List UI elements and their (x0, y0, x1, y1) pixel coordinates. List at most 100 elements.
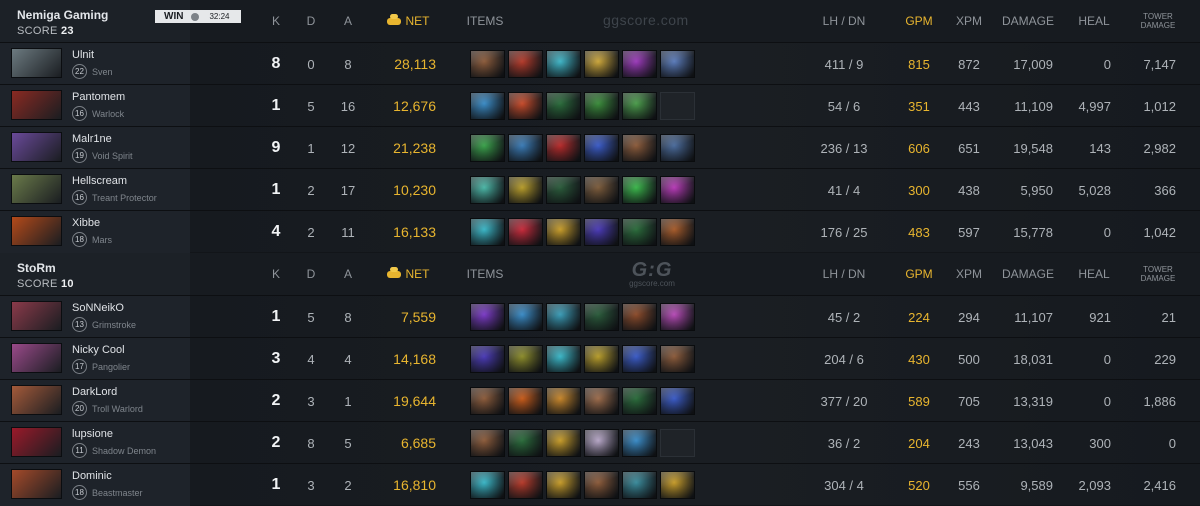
player-name[interactable]: lupsione (72, 428, 113, 440)
item-icon[interactable] (546, 471, 581, 499)
deaths-value: 0 (307, 56, 315, 72)
item-icon[interactable] (584, 387, 619, 415)
player-name[interactable]: Hellscream (72, 175, 127, 187)
team-name[interactable]: StoRm (17, 261, 56, 275)
player-name[interactable]: Dominic (72, 470, 112, 482)
item-icon[interactable] (508, 471, 543, 499)
player-name[interactable]: Malr1ne (72, 133, 112, 145)
item-icon[interactable] (546, 92, 581, 120)
player-name[interactable]: Ulnit (72, 49, 94, 61)
item-icon[interactable] (508, 387, 543, 415)
player-row[interactable]: SoNNeikO 13 Grimstroke 1 5 8 7,559 45 / … (0, 295, 1200, 338)
item-icon[interactable] (584, 429, 619, 457)
item-icon[interactable] (546, 134, 581, 162)
player-row[interactable]: Malr1ne 19 Void Spirit 9 1 12 21,238 236… (0, 126, 1200, 169)
item-icon[interactable] (470, 134, 505, 162)
item-icon[interactable] (660, 134, 695, 162)
item-icon[interactable] (622, 345, 657, 373)
player-cell: Xibbe 18 Mars (0, 211, 190, 253)
empty-item-slot[interactable] (660, 92, 695, 120)
item-icon[interactable] (470, 92, 505, 120)
item-icon[interactable] (622, 471, 657, 499)
player-row[interactable]: Nicky Cool 17 Pangolier 3 4 4 14,168 204… (0, 337, 1200, 380)
item-icon[interactable] (660, 303, 695, 331)
player-row[interactable]: Pantomem 16 Warlock 1 5 16 12,676 54 / 6… (0, 84, 1200, 127)
item-icon[interactable] (546, 429, 581, 457)
player-name[interactable]: Nicky Cool (72, 344, 125, 356)
player-name[interactable]: Pantomem (72, 91, 125, 103)
item-icon[interactable] (508, 134, 543, 162)
item-icon[interactable] (470, 471, 505, 499)
item-icon[interactable] (470, 50, 505, 78)
item-icon[interactable] (660, 176, 695, 204)
hero-portrait[interactable] (11, 174, 62, 204)
item-icon[interactable] (470, 345, 505, 373)
item-icon[interactable] (660, 471, 695, 499)
hero-portrait[interactable] (11, 90, 62, 120)
hero-level: 18 (72, 485, 87, 500)
xpm-value: 500 (958, 351, 980, 367)
item-icon[interactable] (622, 429, 657, 457)
xpm-value: 556 (958, 477, 980, 493)
item-icon[interactable] (584, 303, 619, 331)
item-icon[interactable] (622, 387, 657, 415)
item-icon[interactable] (622, 92, 657, 120)
hero-portrait[interactable] (11, 48, 62, 78)
team-name[interactable]: Nemiga Gaming (17, 8, 108, 22)
player-row[interactable]: Ulnit 22 Sven 8 0 8 28,113 411 / 9 815 8… (0, 42, 1200, 85)
player-row[interactable]: lupsione 11 Shadow Demon 2 8 5 6,685 36 … (0, 421, 1200, 464)
item-icon[interactable] (508, 50, 543, 78)
empty-item-slot[interactable] (660, 429, 695, 457)
item-icon[interactable] (584, 471, 619, 499)
player-name[interactable]: SoNNeikO (72, 302, 124, 314)
item-icon[interactable] (584, 176, 619, 204)
item-icon[interactable] (622, 134, 657, 162)
item-icon[interactable] (546, 303, 581, 331)
hero-portrait[interactable] (11, 343, 62, 373)
item-icon[interactable] (470, 303, 505, 331)
item-icon[interactable] (508, 176, 543, 204)
item-icon[interactable] (622, 50, 657, 78)
item-icon[interactable] (584, 134, 619, 162)
net-worth-value: 7,559 (400, 309, 436, 325)
hero-portrait[interactable] (11, 385, 62, 415)
item-icon[interactable] (546, 50, 581, 78)
item-icon[interactable] (584, 50, 619, 78)
item-icon[interactable] (470, 218, 505, 246)
hero-portrait[interactable] (11, 216, 62, 246)
assists-value: 17 (340, 182, 356, 198)
item-icon[interactable] (660, 345, 695, 373)
item-icon[interactable] (660, 218, 695, 246)
player-row[interactable]: Dominic 18 Beastmaster 1 3 2 16,810 304 … (0, 463, 1200, 506)
item-icon[interactable] (584, 218, 619, 246)
item-icon[interactable] (622, 303, 657, 331)
item-icon[interactable] (584, 92, 619, 120)
item-icon[interactable] (546, 345, 581, 373)
item-icon[interactable] (508, 345, 543, 373)
hero-portrait[interactable] (11, 301, 62, 331)
player-name[interactable]: DarkLord (72, 386, 117, 398)
item-icon[interactable] (546, 218, 581, 246)
tower-damage-value: 2,982 (1143, 140, 1176, 156)
item-icon[interactable] (470, 387, 505, 415)
item-icon[interactable] (546, 176, 581, 204)
item-icon[interactable] (622, 218, 657, 246)
item-icon[interactable] (660, 50, 695, 78)
item-icon[interactable] (470, 176, 505, 204)
player-name[interactable]: Xibbe (72, 217, 100, 229)
hero-portrait[interactable] (11, 427, 62, 457)
hero-portrait[interactable] (11, 469, 62, 499)
player-row[interactable]: Hellscream 16 Treant Protector 1 2 17 10… (0, 168, 1200, 211)
player-row[interactable]: DarkLord 20 Troll Warlord 2 3 1 19,644 3… (0, 379, 1200, 422)
item-icon[interactable] (622, 176, 657, 204)
hero-portrait[interactable] (11, 132, 62, 162)
item-icon[interactable] (508, 429, 543, 457)
item-icon[interactable] (660, 387, 695, 415)
player-row[interactable]: Xibbe 18 Mars 4 2 11 16,133 176 / 25 483… (0, 210, 1200, 253)
item-icon[interactable] (508, 218, 543, 246)
item-icon[interactable] (584, 345, 619, 373)
item-icon[interactable] (470, 429, 505, 457)
item-icon[interactable] (508, 303, 543, 331)
item-icon[interactable] (508, 92, 543, 120)
item-icon[interactable] (546, 387, 581, 415)
